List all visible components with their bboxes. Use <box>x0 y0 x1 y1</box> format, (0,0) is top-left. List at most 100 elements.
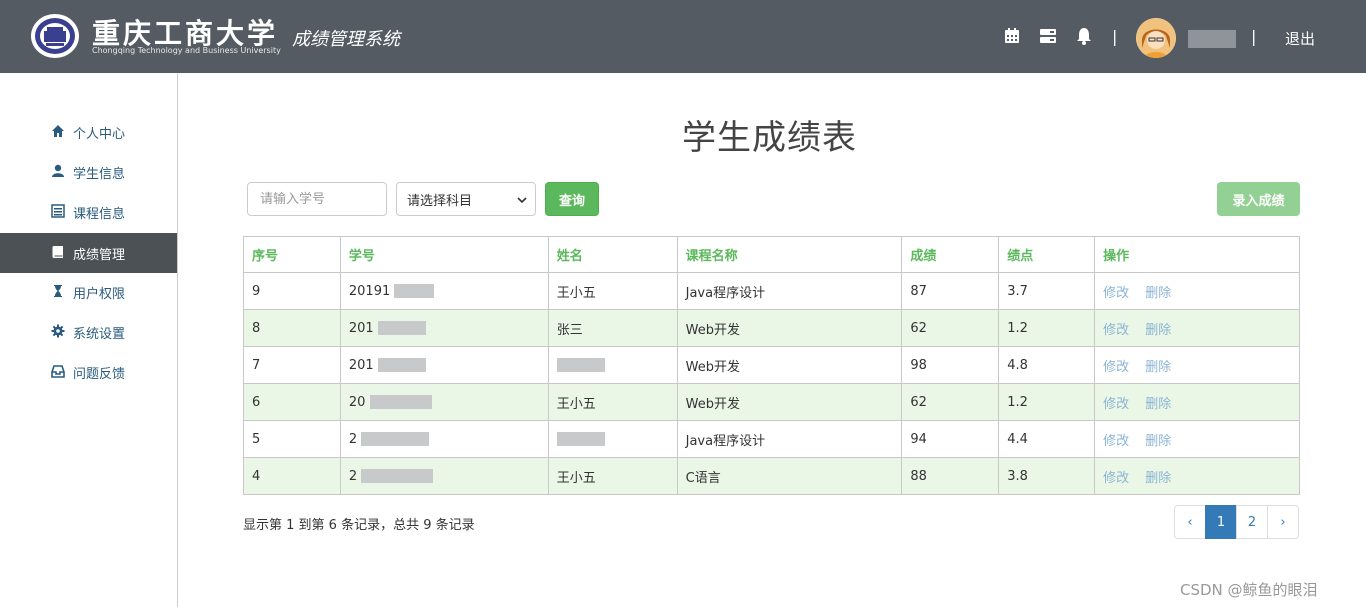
cell-actions: 修改 删除 <box>1094 272 1300 310</box>
edit-link[interactable]: 修改 <box>1103 471 1129 486</box>
table-row: 9 20191 王小五 Java程序设计 87 3.7 修改 删除 <box>243 272 1300 310</box>
page-title: 学生成绩表 <box>682 118 857 158</box>
delete-link[interactable]: 删除 <box>1145 434 1171 449</box>
student-id-text: 2 <box>348 468 358 484</box>
sidebar-item-grade-management[interactable]: 成绩管理 <box>0 233 177 273</box>
university-emblem-icon <box>31 14 79 58</box>
home-icon <box>52 125 64 137</box>
query-button[interactable]: 查询 <box>545 182 599 216</box>
col-header-no[interactable]: 序号 <box>243 236 341 273</box>
table-row: 5 2 Java程序设计 94 4.4 修改 删除 <box>243 420 1300 458</box>
col-header-score[interactable]: 成绩 <box>901 236 1000 273</box>
cell-name: 王小五 <box>547 457 678 495</box>
edit-link[interactable]: 修改 <box>1103 323 1129 338</box>
cell-course: Web开发 <box>676 309 903 347</box>
cell-name <box>547 420 678 458</box>
redacted-block <box>394 284 435 298</box>
cell-actions: 修改 删除 <box>1094 383 1300 421</box>
table-row: 7 201 Web开发 98 4.8 修改 删除 <box>243 346 1300 384</box>
pagination: ‹ 1 2 › <box>1174 505 1299 539</box>
sidebar-item-label: 个人中心 <box>73 127 126 142</box>
table-row: 4 2 王小五 C语言 88 3.8 修改 删除 <box>243 457 1300 495</box>
edit-link[interactable]: 修改 <box>1103 286 1129 301</box>
cell-course: Web开发 <box>676 346 903 384</box>
logout-link[interactable]: 退出 <box>1285 28 1315 49</box>
col-header-gpa[interactable]: 绩点 <box>998 236 1096 273</box>
cell-student-id: 2 <box>339 457 549 495</box>
cell-gpa: 4.8 <box>998 346 1096 384</box>
cell-no: 5 <box>243 420 341 458</box>
cell-course: Java程序设计 <box>676 420 903 458</box>
chevron-down-icon <box>517 197 527 204</box>
user-avatar-icon <box>1136 18 1176 58</box>
server-icon[interactable] <box>1039 27 1057 45</box>
sidebar-item-feedback[interactable]: 问题反馈 <box>0 352 177 392</box>
table-header-row: 序号 学号 姓名 课程名称 成绩 绩点 操作 <box>243 236 1300 273</box>
cell-actions: 修改 删除 <box>1094 457 1300 495</box>
subject-select[interactable]: 请选择科目 <box>396 182 536 216</box>
cell-student-id: 2 <box>339 420 549 458</box>
sidebar-item-label: 用户权限 <box>73 287 126 302</box>
delete-link[interactable]: 删除 <box>1145 323 1171 338</box>
prev-page-button[interactable]: ‹ <box>1174 505 1206 539</box>
inbox-icon <box>51 365 65 378</box>
student-id-text: 2 <box>348 431 358 447</box>
delete-link[interactable]: 删除 <box>1145 360 1171 375</box>
cell-no: 6 <box>243 383 341 421</box>
sidebar-item-label: 问题反馈 <box>73 367 126 382</box>
cell-actions: 修改 删除 <box>1094 420 1300 458</box>
sidebar-item-course-info[interactable]: 课程信息 <box>0 192 177 232</box>
gear-icon <box>51 324 65 338</box>
sidebar-item-personal-center[interactable]: 个人中心 <box>0 112 177 152</box>
edit-link[interactable]: 修改 <box>1103 434 1129 449</box>
cell-no: 8 <box>243 309 341 347</box>
cell-score: 88 <box>901 457 1000 495</box>
list-icon <box>51 204 65 218</box>
delete-link[interactable]: 删除 <box>1145 397 1171 412</box>
avatar[interactable] <box>1136 18 1176 58</box>
sidebar-item-student-info[interactable]: 学生信息 <box>0 152 177 192</box>
cell-score: 98 <box>901 346 1000 384</box>
bell-icon[interactable] <box>1075 27 1093 45</box>
cell-student-id: 201 <box>339 346 549 384</box>
delete-link[interactable]: 删除 <box>1145 471 1171 486</box>
header-separator: | <box>1112 27 1118 46</box>
redacted-block <box>377 321 426 335</box>
sidebar-item-label: 课程信息 <box>73 207 126 222</box>
student-id-text: 201 <box>348 320 374 336</box>
system-title: 成绩管理系统 <box>292 29 400 50</box>
sidebar-item-system-settings[interactable]: 系统设置 <box>0 312 177 352</box>
sidebar-item-user-permissions[interactable]: 用户权限 <box>0 272 177 312</box>
sidebar-item-label: 成绩管理 <box>73 248 126 263</box>
cell-gpa: 1.2 <box>998 383 1096 421</box>
student-id-text: 201 <box>348 357 374 373</box>
cell-name: 张三 <box>547 309 678 347</box>
next-page-button[interactable]: › <box>1267 505 1299 539</box>
cell-actions: 修改 删除 <box>1094 346 1300 384</box>
redacted-block <box>361 432 430 446</box>
calendar-icon[interactable] <box>1003 27 1021 45</box>
delete-link[interactable]: 删除 <box>1145 286 1171 301</box>
cell-no: 7 <box>243 346 341 384</box>
header-separator: | <box>1251 27 1257 46</box>
cell-name <box>547 346 678 384</box>
cell-course: C语言 <box>676 457 903 495</box>
cell-student-id: 20191 <box>339 272 549 310</box>
col-header-course[interactable]: 课程名称 <box>676 236 903 273</box>
cell-gpa: 3.7 <box>998 272 1096 310</box>
cell-gpa: 4.4 <box>998 420 1096 458</box>
edit-link[interactable]: 修改 <box>1103 360 1129 375</box>
col-header-name[interactable]: 姓名 <box>547 236 678 273</box>
edit-link[interactable]: 修改 <box>1103 397 1129 412</box>
col-header-student-id[interactable]: 学号 <box>339 236 549 273</box>
student-id-search-input[interactable] <box>247 182 387 216</box>
student-id-text: 20 <box>348 394 366 410</box>
cell-no: 9 <box>243 272 341 310</box>
cell-no: 4 <box>243 457 341 495</box>
redacted-block <box>377 358 426 372</box>
add-grade-button[interactable]: 录入成绩 <box>1217 182 1300 216</box>
page-button-1[interactable]: 1 <box>1205 505 1237 539</box>
page-button-2[interactable]: 2 <box>1236 505 1268 539</box>
student-id-text: 20191 <box>348 283 391 299</box>
redacted-block <box>556 432 605 446</box>
